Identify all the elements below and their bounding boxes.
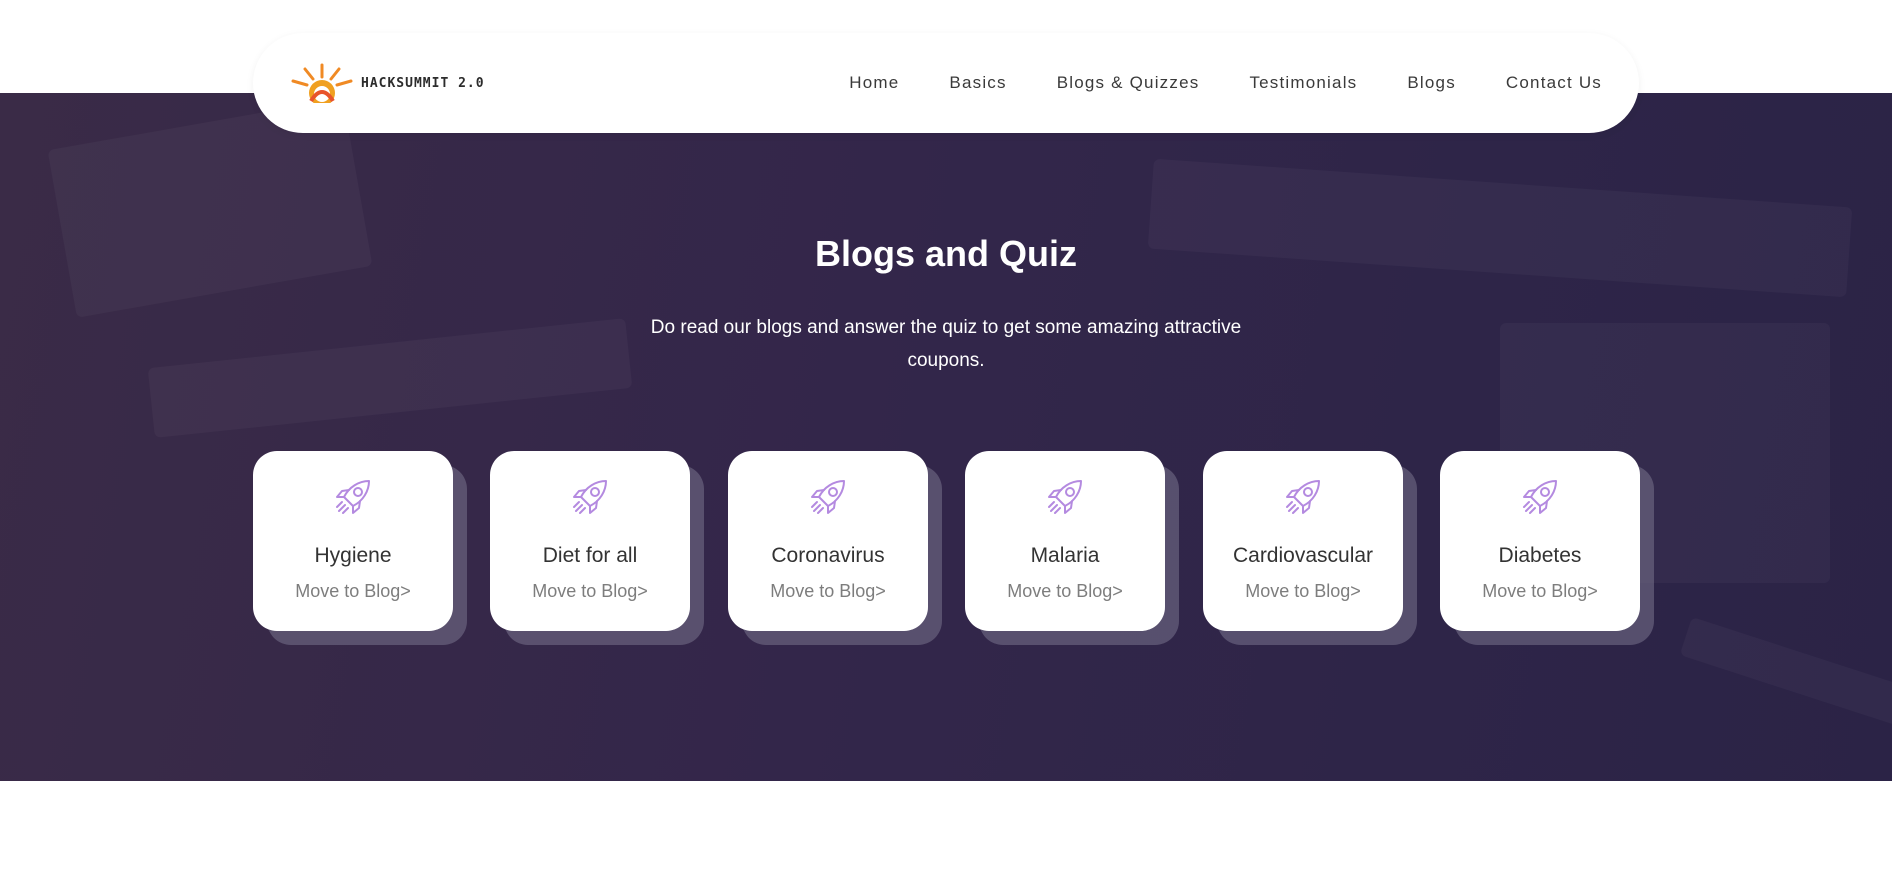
section-title: Blogs and Quiz: [814, 233, 1077, 274]
card-title: Diet for all: [542, 544, 638, 567]
move-to-blog-link[interactable]: Move to Blog>: [1440, 581, 1640, 602]
brand-logo[interactable]: HACKSUMMIT 2.0: [289, 61, 499, 105]
move-to-blog-link[interactable]: Move to Blog>: [965, 581, 1165, 602]
blogs-hero-section: Blogs and Quiz Do read our blogs and ans…: [0, 93, 1892, 781]
blog-card-diet[interactable]: Diet for all Move to Blog>: [490, 451, 690, 631]
move-to-blog-link[interactable]: Move to Blog>: [1203, 581, 1403, 602]
blog-card-hygiene[interactable]: Hygiene Move to Blog>: [253, 451, 453, 631]
blog-card-wrapper: Cardiovascular Move to Blog>: [1203, 451, 1417, 645]
blog-cards: Hygiene Move to Blog> Diet for all Move …: [253, 451, 1654, 645]
card-title: Hygiene: [314, 544, 392, 567]
rocket-icon: [1048, 480, 1082, 514]
brand-name: HACKSUMMIT 2.0: [361, 75, 485, 91]
nav-item-contact-us[interactable]: Contact Us: [1506, 73, 1602, 93]
blog-card-cardiovascular[interactable]: Cardiovascular Move to Blog>: [1203, 451, 1403, 631]
background-shape: [148, 318, 633, 438]
blog-card-wrapper: Coronavirus Move to Blog>: [728, 451, 942, 645]
rocket-icon: [573, 480, 607, 514]
blog-card-wrapper: Hygiene Move to Blog>: [253, 451, 467, 645]
rocket-icon: [1523, 480, 1557, 514]
blog-card-malaria[interactable]: Malaria Move to Blog>: [965, 451, 1165, 631]
rocket-icon: [336, 480, 370, 514]
rocket-icon: [1286, 480, 1320, 514]
nav-item-home[interactable]: Home: [849, 73, 899, 93]
rocket-icon: [811, 480, 845, 514]
page: Blogs and Quiz Do read our blogs and ans…: [0, 0, 1892, 875]
move-to-blog-link[interactable]: Move to Blog>: [728, 581, 928, 602]
move-to-blog-link[interactable]: Move to Blog>: [253, 581, 453, 602]
nav-item-blogs-quizzes[interactable]: Blogs & Quizzes: [1057, 73, 1200, 93]
blog-card-wrapper: Malaria Move to Blog>: [965, 451, 1179, 645]
card-title: Cardiovascular: [1232, 544, 1374, 567]
nav-item-basics[interactable]: Basics: [949, 73, 1006, 93]
card-title: Coronavirus: [771, 544, 885, 567]
blog-card-coronavirus[interactable]: Coronavirus Move to Blog>: [728, 451, 928, 631]
nav-item-testimonials[interactable]: Testimonials: [1249, 73, 1357, 93]
blog-card-wrapper: Diet for all Move to Blog>: [490, 451, 704, 645]
nav-item-blogs[interactable]: Blogs: [1407, 73, 1456, 93]
top-navbar: HACKSUMMIT 2.0 Home Basics Blogs & Quizz…: [253, 33, 1639, 133]
background-shape: [1680, 617, 1892, 729]
blog-card-diabetes[interactable]: Diabetes Move to Blog>: [1440, 451, 1640, 631]
main-nav: Home Basics Blogs & Quizzes Testimonials…: [799, 33, 1602, 133]
sun-logo-icon: [291, 63, 353, 103]
background-shape: [1148, 159, 1853, 298]
section-subtitle: Do read our blogs and answer the quiz to…: [650, 317, 1242, 371]
blog-card-wrapper: Diabetes Move to Blog>: [1440, 451, 1654, 645]
card-title: Diabetes: [1498, 544, 1582, 567]
card-title: Malaria: [1030, 544, 1100, 567]
move-to-blog-link[interactable]: Move to Blog>: [490, 581, 690, 602]
